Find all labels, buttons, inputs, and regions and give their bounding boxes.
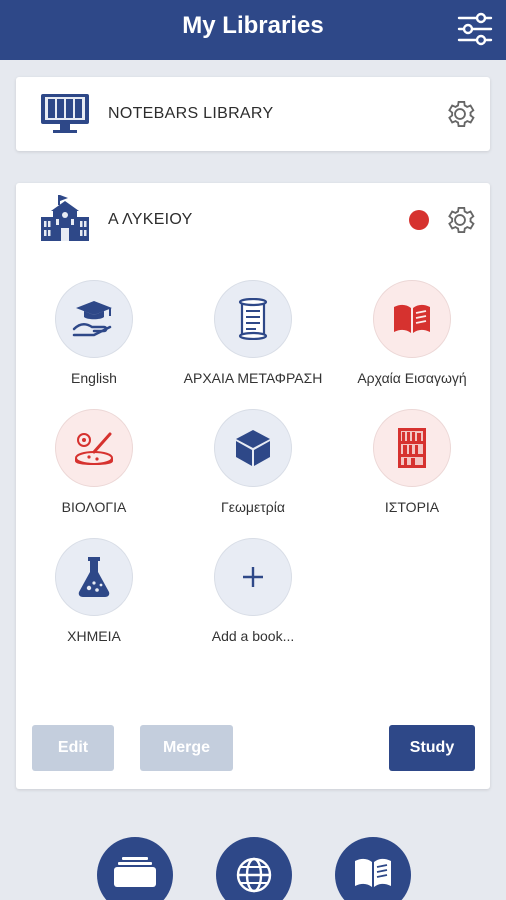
- merge-button[interactable]: Merge: [140, 725, 233, 771]
- add-book-button[interactable]: Add a book...: [173, 538, 333, 644]
- globe-icon[interactable]: [216, 837, 292, 900]
- book-label: Γεωμετρία: [221, 499, 285, 515]
- book-archaia-metafrasi[interactable]: ΑΡΧΑΙΑ ΜΕΤΑΦΡΑΣΗ: [173, 280, 333, 386]
- library-card-a-lykeiou: Α ΛΥΚΕΙΟΥ English ΑΡΧΑΙΑ ΜΕΤΑΦΡΑΣΗ Αρχαί…: [16, 183, 490, 789]
- scroll-icon: [214, 280, 292, 358]
- gear-icon[interactable]: [443, 203, 477, 237]
- book-label: ΧΗΜΕΙΑ: [67, 628, 121, 644]
- sliders-icon[interactable]: [457, 12, 493, 46]
- book-label: Αρχαία Εισαγωγή: [357, 370, 467, 386]
- edit-button[interactable]: Edit: [32, 725, 114, 771]
- book-english[interactable]: English: [14, 280, 174, 386]
- book-label: Add a book...: [211, 628, 295, 644]
- book-label: English: [71, 370, 117, 386]
- book-istoria[interactable]: ΙΣΤΟΡΙΑ: [332, 409, 492, 515]
- status-dot: [409, 210, 429, 230]
- book-label: ΑΡΧΑΙΑ ΜΕΤΑΦΡΑΣΗ: [183, 370, 323, 386]
- cube-icon: [214, 409, 292, 487]
- library-title: Α ΛΥΚΕΙΟΥ: [108, 211, 193, 228]
- library-title: NOTEBARS LIBRARY: [108, 105, 274, 122]
- graduation-hand-icon: [55, 280, 133, 358]
- folder-stack-icon[interactable]: [97, 837, 173, 900]
- flask-icon: [55, 538, 133, 616]
- book-biologia[interactable]: ΒΙΟΛΟΓΙΑ: [14, 409, 174, 515]
- library-shelves-icon: [40, 93, 90, 140]
- gear-icon[interactable]: [443, 97, 477, 131]
- app-header: My Libraries: [0, 0, 506, 60]
- bookshelf-icon: [373, 409, 451, 487]
- book-chimeia[interactable]: ΧΗΜΕΙΑ: [14, 538, 174, 644]
- plus-icon: [214, 538, 292, 616]
- book-label: ΙΣΤΟΡΙΑ: [384, 499, 440, 515]
- petri-dish-icon: [55, 409, 133, 487]
- reading-book-icon[interactable]: [335, 837, 411, 900]
- book-geometria[interactable]: Γεωμετρία: [173, 409, 333, 515]
- study-button[interactable]: Study: [389, 725, 475, 771]
- open-book-icon: [373, 280, 451, 358]
- library-card-notebars[interactable]: NOTEBARS LIBRARY: [16, 77, 490, 151]
- book-archaia-eisagogi[interactable]: Αρχαία Εισαγωγή: [332, 280, 492, 386]
- page-title: My Libraries: [182, 12, 324, 39]
- school-building-icon: [40, 195, 90, 248]
- book-label: ΒΙΟΛΟΓΙΑ: [61, 499, 127, 515]
